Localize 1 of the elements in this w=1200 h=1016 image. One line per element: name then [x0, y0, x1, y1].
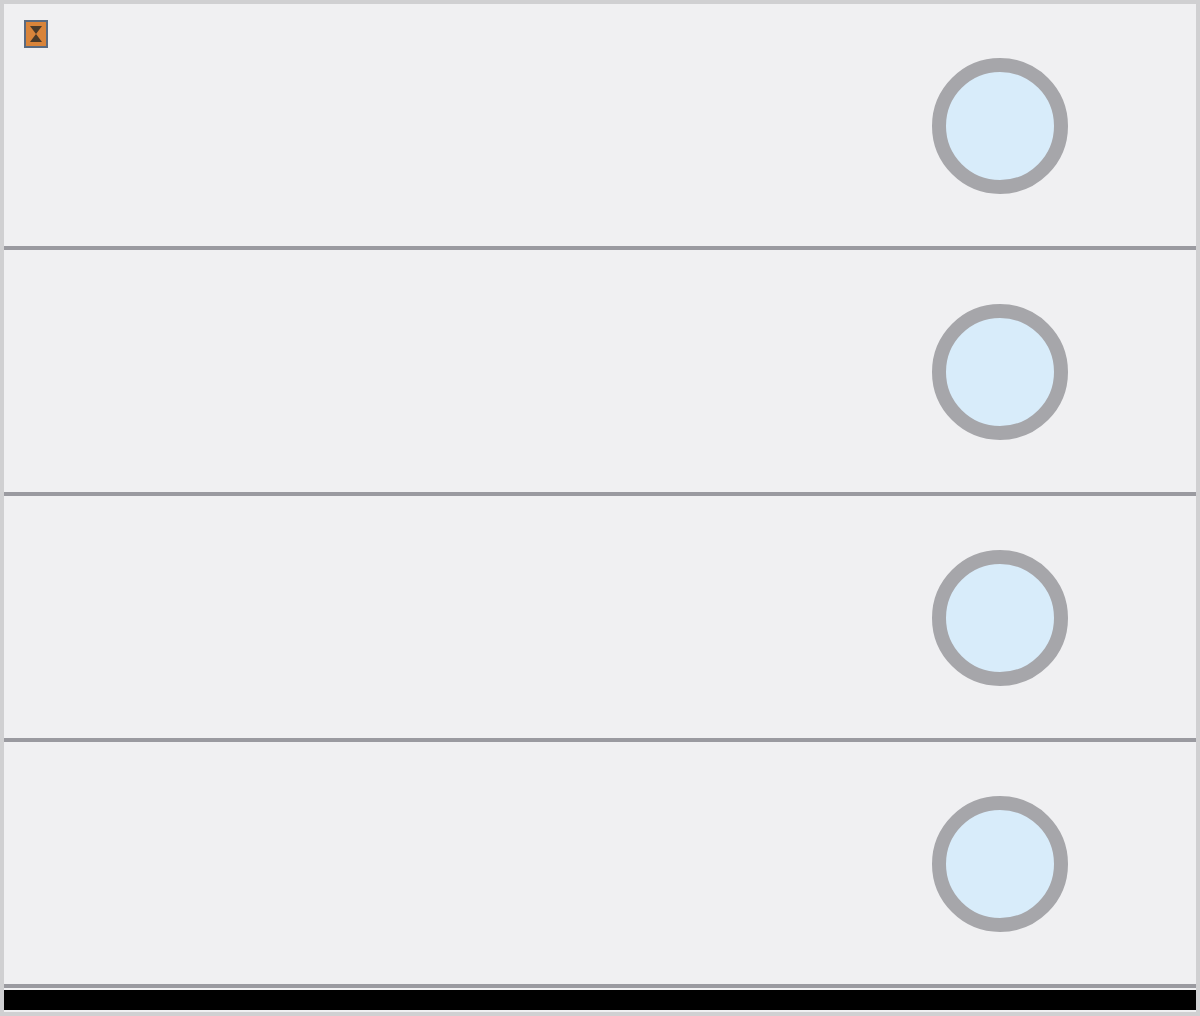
app-icon — [24, 20, 48, 48]
